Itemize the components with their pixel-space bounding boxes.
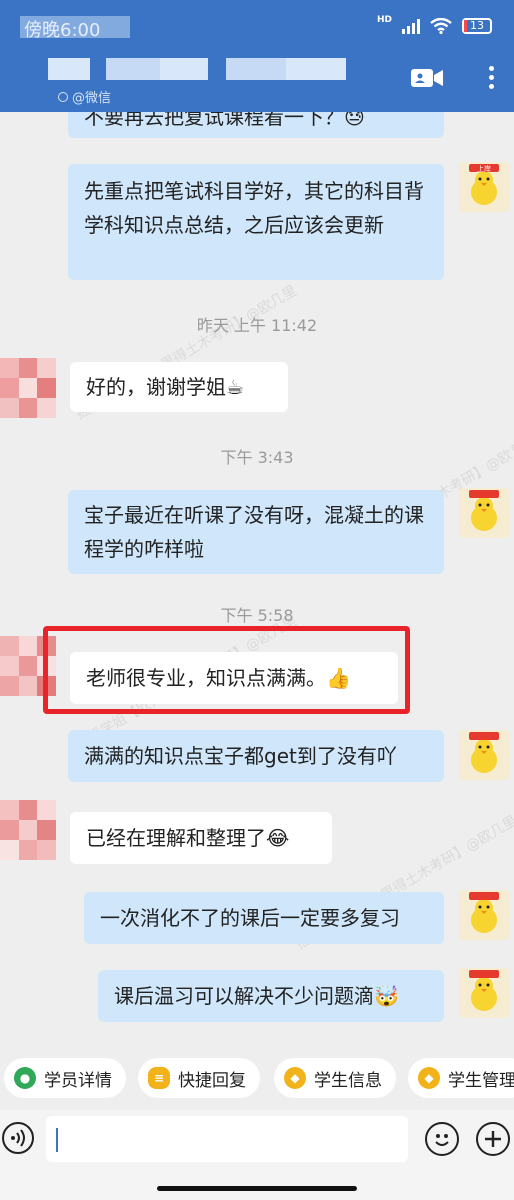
message-bubble-out[interactable]: 不要再去把复试课程看一下？😓: [68, 112, 444, 138]
contact-name-blur: [226, 58, 286, 80]
contact-avatar[interactable]: [0, 800, 56, 860]
timestamp: 下午 5:58: [220, 606, 294, 625]
duck-avatar-icon: [459, 968, 509, 1018]
message-text: 满满的知识点宝子都get到了没有吖: [84, 744, 397, 768]
duck-avatar-icon: [459, 890, 509, 940]
chip-label: 学员详情: [44, 1070, 112, 1091]
status-time: 傍晚6:00: [24, 20, 101, 41]
wechat-icon: [58, 91, 68, 102]
timestamp: 下午 3:43: [220, 448, 294, 467]
chip-label: 快捷回复: [178, 1070, 246, 1091]
message-bubble-out[interactable]: 宝子最近在听课了没有呀，混凝土的课程学的咋样啦: [68, 490, 444, 574]
message-bubble-in[interactable]: 已经在理解和整理了😂: [70, 812, 332, 864]
self-avatar[interactable]: 上岸: [459, 162, 509, 212]
text-caret: [56, 1128, 58, 1152]
contact-name-blur: [48, 58, 90, 80]
chat-header: 傍晚6:00 HD 13 @微信: [0, 0, 514, 112]
message-text: 已经在理解和整理了: [86, 826, 266, 850]
contact-name-blur: [286, 58, 346, 80]
quick-action-student-info[interactable]: ◆ 学生信息: [274, 1058, 396, 1098]
quick-actions-bar: ● 学员详情 ≡ 快捷回复 ◆ 学生信息 ◆ 学生管理: [0, 1046, 514, 1110]
emoji-laughing: 😂: [266, 826, 290, 850]
message-bubble-out[interactable]: 先重点把笔试科目学好，其它的科目背学科知识点总结，之后应该会更新: [68, 164, 444, 280]
duck-avatar-icon: [459, 730, 509, 780]
signal-icon: [402, 18, 420, 34]
message-text: 宝子最近在听课了没有呀，混凝土的课程学的咋样啦: [84, 503, 424, 561]
status-icons: HD 13: [376, 15, 492, 34]
self-avatar[interactable]: [459, 890, 509, 940]
message-bubble-in[interactable]: 好的，谢谢学姐☕: [70, 362, 288, 412]
brand-logo-icon: ◆: [284, 1067, 306, 1089]
wechat-source-text: @微信: [72, 91, 112, 106]
message-text: 好的，谢谢学姐: [86, 375, 226, 399]
message-input[interactable]: [46, 1116, 408, 1162]
wechat-source-label: @微信: [58, 87, 111, 106]
contact-name-blur: [106, 58, 162, 80]
emoji-exploding-head: 🤯: [374, 984, 399, 1008]
video-call-icon[interactable]: [410, 66, 444, 90]
duck-avatar-icon: [459, 488, 509, 538]
hd-icon: HD: [376, 15, 392, 25]
duck-avatar-icon: 上岸: [459, 162, 509, 212]
message-text: 先重点把笔试科目学好，其它的科目背学科知识点总结，之后应该会更新: [84, 179, 424, 237]
emoji-sweat: 😓: [344, 112, 365, 129]
battery-icon: 13: [462, 18, 492, 34]
emoji-picker-icon[interactable]: [425, 1122, 459, 1156]
contact-name-blur: [160, 58, 208, 80]
svg-text:上岸: 上岸: [477, 164, 491, 173]
emoji-coffee: ☕: [226, 375, 244, 399]
person-icon: ●: [14, 1067, 36, 1089]
self-avatar[interactable]: [459, 488, 509, 538]
highlight-box: [43, 626, 410, 714]
voice-input-icon[interactable]: [2, 1122, 34, 1154]
self-avatar[interactable]: [459, 730, 509, 780]
wifi-icon: [430, 18, 452, 34]
timestamp: 昨天 上午 11:42: [196, 316, 318, 335]
battery-fill: [464, 20, 468, 32]
more-actions-plus-icon[interactable]: [476, 1122, 510, 1156]
message-text: 一次消化不了的课后一定要多复习: [100, 906, 400, 930]
chat-area[interactable]: 摇摇学姐【欧几里得土木考研】@欧几里 摇摇学姐【欧几里得土木考研】@欧几里 摇摇…: [0, 112, 514, 1032]
chip-label: 学生管理: [448, 1070, 514, 1091]
message-text: 不要再去把复试课程看一下？: [84, 112, 344, 129]
quick-action-quick-reply[interactable]: ≡ 快捷回复: [138, 1058, 260, 1098]
message-text: 课后温习可以解决不少问题滴: [114, 984, 374, 1008]
self-avatar[interactable]: [459, 968, 509, 1018]
battery-level: 13: [470, 19, 484, 32]
chip-label: 学生信息: [314, 1070, 382, 1091]
message-bubble-out[interactable]: 课后温习可以解决不少问题滴🤯: [98, 970, 444, 1022]
quick-action-student-details[interactable]: ● 学员详情: [4, 1058, 126, 1098]
home-indicator: [157, 1186, 357, 1191]
message-bubble-out[interactable]: 满满的知识点宝子都get到了没有吖: [68, 730, 444, 782]
quick-reply-icon: ≡: [148, 1067, 170, 1089]
contact-avatar[interactable]: [0, 358, 56, 418]
quick-action-student-management[interactable]: ◆ 学生管理: [408, 1058, 514, 1098]
more-options-icon[interactable]: [486, 64, 496, 94]
message-bubble-out[interactable]: 一次消化不了的课后一定要多复习: [84, 892, 444, 944]
brand-logo-icon: ◆: [418, 1067, 440, 1089]
